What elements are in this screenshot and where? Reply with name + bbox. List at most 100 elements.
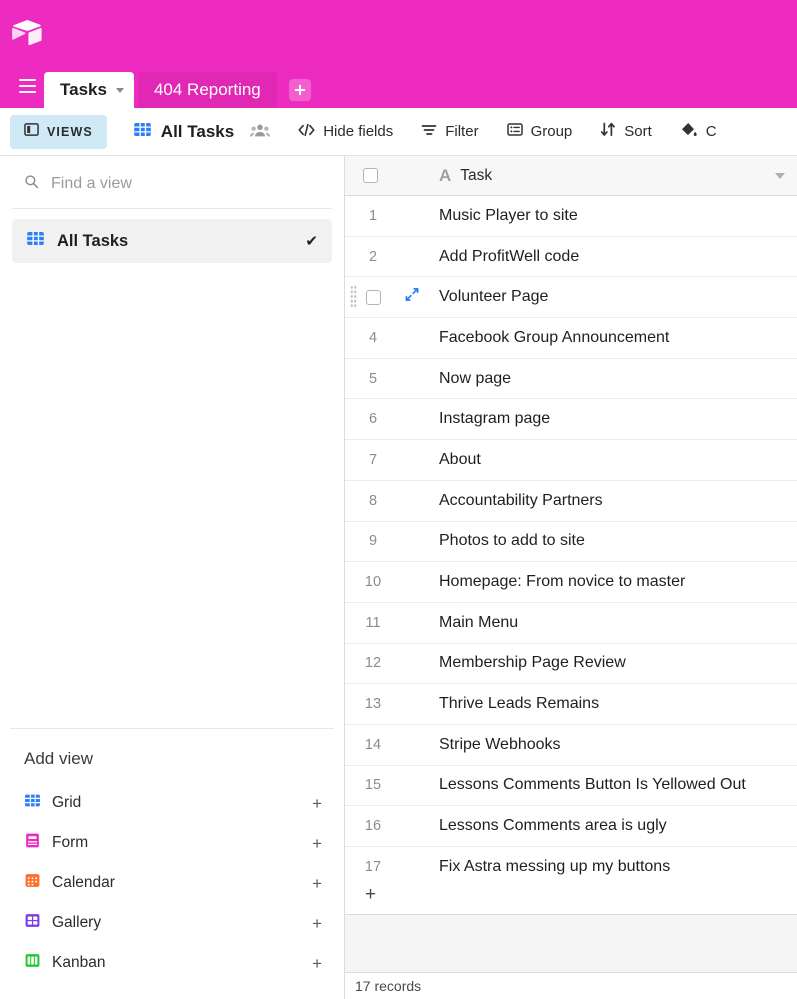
row-task-cell[interactable]: Stripe Webhooks xyxy=(395,736,561,754)
view-name-button[interactable]: All Tasks xyxy=(133,120,234,144)
row-task-cell[interactable]: Facebook Group Announcement xyxy=(395,329,669,347)
tab-404-reporting-label: 404 Reporting xyxy=(153,80,261,99)
row-task-cell[interactable]: Photos to add to site xyxy=(395,532,585,550)
group-label: Group xyxy=(530,123,573,140)
row-task-cell[interactable]: About xyxy=(395,451,481,469)
record-count-label: 17 records xyxy=(355,978,422,994)
add-view-gallery-label: Gallery xyxy=(52,914,102,931)
add-view-title: Add view xyxy=(24,749,93,768)
add-view-section: Add view Grid + Form + Calendar + Galler… xyxy=(0,729,344,999)
table-row[interactable]: 16 Lessons Comments area is ugly xyxy=(345,806,797,847)
row-checkbox[interactable] xyxy=(365,289,381,305)
views-toggle-button[interactable]: VIEWS xyxy=(10,114,107,149)
row-task-cell[interactable]: Accountability Partners xyxy=(395,492,603,510)
select-all-checkbox[interactable] xyxy=(362,168,378,183)
add-view-form-plus[interactable]: + xyxy=(312,835,322,852)
table-row[interactable]: 5 Now page xyxy=(345,358,797,400)
row-task-cell[interactable]: Thrive Leads Remains xyxy=(395,695,599,713)
row-task-cell[interactable]: Add ProfitWell code xyxy=(395,248,579,266)
row-task-cell[interactable]: Main Menu xyxy=(395,614,518,632)
grid-empty-filler xyxy=(345,915,797,973)
people-icon xyxy=(250,122,271,142)
grid-view-icon xyxy=(26,229,45,253)
row-task-cell[interactable]: Instagram page xyxy=(395,410,550,428)
table-row[interactable]: 1 Music Player to site xyxy=(345,196,797,237)
table-row[interactable]: 11 Main Menu xyxy=(345,602,797,644)
row-number: 15 xyxy=(364,777,382,794)
view-list: All Tasks ✔ xyxy=(0,209,344,263)
table-row[interactable]: 15 Lessons Comments Button Is Yellowed Ou… xyxy=(345,765,797,807)
add-view-gallery[interactable]: Gallery + xyxy=(0,903,344,943)
row-number: 9 xyxy=(368,533,378,550)
row-drag-handle[interactable] xyxy=(350,285,357,310)
kanban-view-icon xyxy=(24,952,41,974)
grid-rows: 1 Music Player to site 2 Add ProfitWell cod… xyxy=(345,196,797,875)
table-row[interactable]: 4 Facebook Group Announcement xyxy=(345,318,797,359)
row-number: 6 xyxy=(368,411,378,428)
add-view-gallery-plus[interactable]: + xyxy=(312,915,322,932)
add-table-button[interactable] xyxy=(288,79,311,101)
row-number: 2 xyxy=(368,248,378,265)
paint-bucket-icon xyxy=(680,122,698,142)
grid-view-icon xyxy=(133,120,152,144)
table-row[interactable]: 8 Accountability Partners xyxy=(345,480,797,522)
add-view-grid[interactable]: Grid + xyxy=(0,783,344,823)
chevron-down-icon[interactable] xyxy=(115,87,124,93)
airtable-logo[interactable] xyxy=(12,19,42,45)
row-task-cell[interactable]: Membership Page Review xyxy=(395,654,626,672)
row-task-cell[interactable]: Homepage: From novice to master xyxy=(395,573,685,591)
row-task-cell[interactable]: Fix Astra messing up my buttons xyxy=(395,858,670,875)
column-menu-chevron-icon[interactable] xyxy=(775,172,785,179)
add-view-calendar-plus[interactable]: + xyxy=(312,875,322,892)
group-button[interactable]: Group xyxy=(506,122,573,141)
table-row[interactable]: 17 Fix Astra messing up my buttons xyxy=(345,847,797,875)
grid-view-icon xyxy=(24,792,41,814)
add-view-kanban[interactable]: Kanban + xyxy=(0,943,344,983)
table-row[interactable]: 12 Membership Page Review xyxy=(345,643,797,685)
table-row[interactable]: 13 Thrive Leads Remains xyxy=(345,684,797,725)
add-view-calendar[interactable]: Calendar + xyxy=(0,863,344,903)
expand-record-icon[interactable] xyxy=(405,288,419,307)
view-search-row xyxy=(0,156,344,208)
add-view-grid-plus[interactable]: + xyxy=(312,795,322,812)
add-view-form[interactable]: Form + xyxy=(0,823,344,863)
row-task-cell[interactable]: Lessons Comments Button Is Yellowed Out xyxy=(395,776,746,794)
search-icon xyxy=(24,174,39,194)
row-task-cell[interactable]: Lessons Comments area is ugly xyxy=(395,817,667,835)
collaborators-button[interactable] xyxy=(250,122,271,142)
tab-tasks[interactable]: Tasks xyxy=(44,72,134,108)
row-number: 7 xyxy=(368,451,378,468)
add-record-button[interactable]: + xyxy=(345,875,797,915)
check-icon: ✔ xyxy=(305,233,318,250)
calendar-view-icon xyxy=(24,872,41,894)
row-number: 14 xyxy=(364,736,382,753)
hide-fields-label: Hide fields xyxy=(323,123,394,140)
table-row[interactable]: 9 Photos to add to site xyxy=(345,521,797,563)
color-button[interactable]: C xyxy=(680,122,717,142)
hide-fields-button[interactable]: Hide fields xyxy=(298,123,393,141)
search-input[interactable] xyxy=(51,175,328,193)
text-field-icon: A xyxy=(439,166,452,185)
sidebar-panel-icon xyxy=(24,122,39,142)
table-row[interactable]: Volunteer Page xyxy=(345,277,797,319)
filter-button[interactable]: Filter xyxy=(421,123,479,141)
table-row[interactable]: 6 Instagram page xyxy=(345,399,797,441)
table-row[interactable]: 7 About xyxy=(345,440,797,481)
row-task-cell[interactable]: Now page xyxy=(395,370,511,388)
filter-icon xyxy=(421,123,437,141)
select-all-cell xyxy=(345,168,395,183)
table-row[interactable]: 2 Add ProfitWell code xyxy=(345,236,797,278)
add-record-plus-icon: + xyxy=(365,884,377,905)
column-header-task[interactable]: A Task xyxy=(395,167,492,185)
hamburger-icon[interactable] xyxy=(10,64,44,108)
column-header-label: Task xyxy=(460,166,493,184)
row-task-cell[interactable]: Music Player to site xyxy=(395,207,578,225)
table-row[interactable]: 14 Stripe Webhooks xyxy=(345,724,797,766)
sort-button[interactable]: Sort xyxy=(600,122,652,141)
add-view-kanban-plus[interactable]: + xyxy=(312,955,322,972)
tab-404-reporting[interactable]: 404 Reporting xyxy=(137,72,277,108)
table-row[interactable]: 10 Homepage: From novice to master xyxy=(345,562,797,603)
sidebar-item-all-tasks[interactable]: All Tasks ✔ xyxy=(12,219,332,263)
color-label: C xyxy=(705,123,717,140)
